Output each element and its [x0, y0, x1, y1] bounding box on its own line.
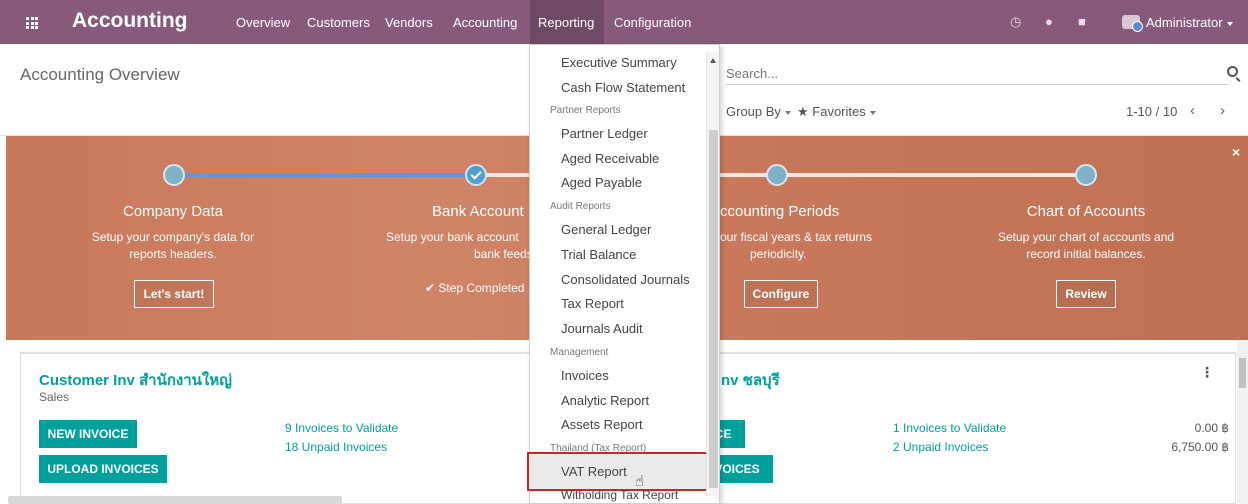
step-dot-company-data — [163, 164, 185, 186]
menu-item-consolidated-journals[interactable]: Consolidated Journals — [561, 272, 690, 287]
step-dot-accounting-periods — [766, 164, 788, 186]
pager-value[interactable]: 1-10 / 10 — [1126, 104, 1177, 119]
dropdown-scrollbar-thumb[interactable] — [709, 130, 718, 488]
menu-overview[interactable]: Overview — [236, 15, 290, 30]
step-completed-status: ✔ Step Completed — [425, 281, 524, 295]
menu-item-general-ledger[interactable]: General Ledger — [561, 222, 651, 237]
user-menu[interactable]: Administrator — [1146, 15, 1233, 30]
menu-item-tax-report[interactable]: Tax Report — [561, 296, 624, 311]
apps-grid-icon[interactable] — [26, 17, 38, 29]
user-avatar-icon[interactable] — [1122, 15, 1143, 32]
favorites-label: Favorites — [812, 104, 866, 119]
favorites-button[interactable]: ★ Favorites — [797, 104, 876, 120]
pager-prev-icon[interactable]: ‹ — [1190, 102, 1195, 119]
amount-unpaid: 6,750.00 ฿ — [1171, 440, 1229, 454]
dropdown-scrollbar[interactable] — [706, 52, 719, 496]
scroll-up-icon[interactable] — [710, 58, 716, 63]
horizontal-scrollbar[interactable] — [8, 496, 342, 504]
step-title-chart-of-accounts: Chart of Accounts — [1026, 203, 1146, 220]
menu-item-analytic-report[interactable]: Analytic Report — [561, 393, 649, 408]
menu-item-journals-audit[interactable]: Journals Audit — [561, 321, 643, 336]
lets-start-button[interactable]: Let's start! — [134, 280, 214, 308]
menu-header-management: Management — [550, 347, 609, 358]
pager-next-icon[interactable]: › — [1220, 102, 1225, 119]
configure-button[interactable]: Configure — [744, 280, 818, 308]
step-title-accounting-periods: ccounting Periods — [720, 203, 840, 220]
menu-item-cash-flow-statement[interactable]: Cash Flow Statement — [561, 80, 685, 95]
star-icon: ★ — [797, 104, 809, 119]
group-by-button[interactable]: Group By — [726, 104, 791, 119]
menu-item-assets-report[interactable]: Assets Report — [561, 417, 643, 432]
chevron-down-icon — [869, 110, 876, 115]
group-by-label: Group By — [726, 104, 781, 119]
journal-card-customer-inv-chonburi: nv ชลบุรี CE VOICES 1 Invoices to Valida… — [700, 352, 1236, 504]
new-invoice-button[interactable]: NEW INVOICE — [39, 420, 137, 448]
unpaid-invoices-link[interactable]: 2 Unpaid Invoices — [893, 440, 988, 454]
step-desc-bank-account-line1: Setup your bank account — [386, 230, 519, 244]
page-scrollbar-thumb[interactable] — [1239, 358, 1246, 388]
gift-icon[interactable]: ■ — [1078, 14, 1086, 29]
step-title-bank-account: Bank Account — [432, 203, 524, 220]
step-completed-label: Step Completed — [438, 281, 525, 295]
step-desc-chart-of-accounts-line1: Setup your chart of accounts and — [997, 230, 1175, 244]
step-desc-accounting-periods-line1: our fiscal years & tax returns — [720, 230, 873, 244]
step-title-company-data: Company Data — [122, 203, 224, 220]
chat-icon[interactable]: ● — [1045, 14, 1053, 29]
unpaid-invoices-link[interactable]: 18 Unpaid Invoices — [285, 440, 387, 454]
search-input[interactable] — [726, 63, 1228, 85]
amount-to-validate: 0.00 ฿ — [1194, 421, 1229, 435]
menu-vendors[interactable]: Vendors — [385, 15, 433, 30]
menu-accounting[interactable]: Accounting — [453, 15, 517, 30]
app-brand[interactable]: Accounting — [72, 9, 188, 33]
top-navbar: Accounting Overview Customers Vendors Ac… — [0, 0, 1248, 44]
menu-item-trial-balance[interactable]: Trial Balance — [561, 247, 636, 262]
menu-configuration[interactable]: Configuration — [614, 15, 691, 30]
step-dot-chart-of-accounts — [1075, 164, 1097, 186]
menu-item-executive-summary[interactable]: Executive Summary — [561, 55, 677, 70]
menu-item-aged-payable[interactable]: Aged Payable — [561, 175, 642, 190]
step-desc-accounting-periods-line2: periodicity. — [750, 247, 807, 261]
journal-card-customer-inv-hq: Customer Inv สำนักงานใหญ่ Sales NEW INVO… — [20, 352, 530, 504]
menu-customers[interactable]: Customers — [307, 15, 370, 30]
breadcrumb: Accounting Overview — [20, 65, 180, 84]
menu-item-vat-report[interactable]: VAT Report — [561, 464, 627, 479]
chevron-down-icon — [1226, 21, 1233, 26]
card-options-kebab-icon[interactable]: ⋮ — [1200, 364, 1214, 381]
menu-item-invoices[interactable]: Invoices — [561, 368, 609, 383]
menu-item-witholding-tax-report[interactable]: Witholding Tax Report — [561, 488, 678, 502]
step-desc-company-data-line1: Setup your company's data for — [91, 230, 255, 244]
review-button[interactable]: Review — [1056, 280, 1116, 308]
step-desc-company-data-line2: reports headers. — [129, 247, 217, 261]
pointer-hand-icon: ☝ — [635, 473, 645, 490]
journal-title[interactable]: nv ชลบุรี — [721, 368, 780, 392]
clock-icon[interactable]: ◷ — [1010, 14, 1021, 30]
menu-header-audit-reports: Audit Reports — [550, 201, 611, 212]
check-icon: ✔ — [425, 281, 436, 295]
step-desc-chart-of-accounts-line2: record initial balances. — [1026, 247, 1146, 261]
journal-title[interactable]: Customer Inv สำนักงานใหญ่ — [39, 368, 232, 392]
chevron-down-icon — [784, 110, 791, 115]
menu-header-partner-reports: Partner Reports — [550, 105, 621, 116]
search-icon[interactable] — [1227, 66, 1238, 77]
invoices-to-validate-link[interactable]: 9 Invoices to Validate — [285, 421, 398, 435]
menu-reporting[interactable]: Reporting — [538, 15, 594, 30]
menu-item-aged-receivable[interactable]: Aged Receivable — [561, 151, 659, 166]
invoices-to-validate-link[interactable]: 1 Invoices to Validate — [893, 421, 1006, 435]
journal-type: Sales — [39, 390, 70, 404]
progress-line-done — [174, 173, 476, 177]
step-dot-bank-account-done-icon — [465, 164, 487, 186]
menu-item-partner-ledger[interactable]: Partner Ledger — [561, 126, 648, 141]
upload-invoices-button[interactable]: UPLOAD INVOICES — [39, 455, 167, 483]
page-scrollbar[interactable] — [1237, 340, 1248, 504]
step-desc-bank-account-line2: bank feeds. — [474, 247, 537, 261]
close-icon[interactable]: × — [1232, 144, 1240, 160]
user-name: Administrator — [1146, 15, 1223, 30]
reporting-dropdown-menu: Executive Summary Cash Flow Statement Pa… — [529, 44, 720, 504]
